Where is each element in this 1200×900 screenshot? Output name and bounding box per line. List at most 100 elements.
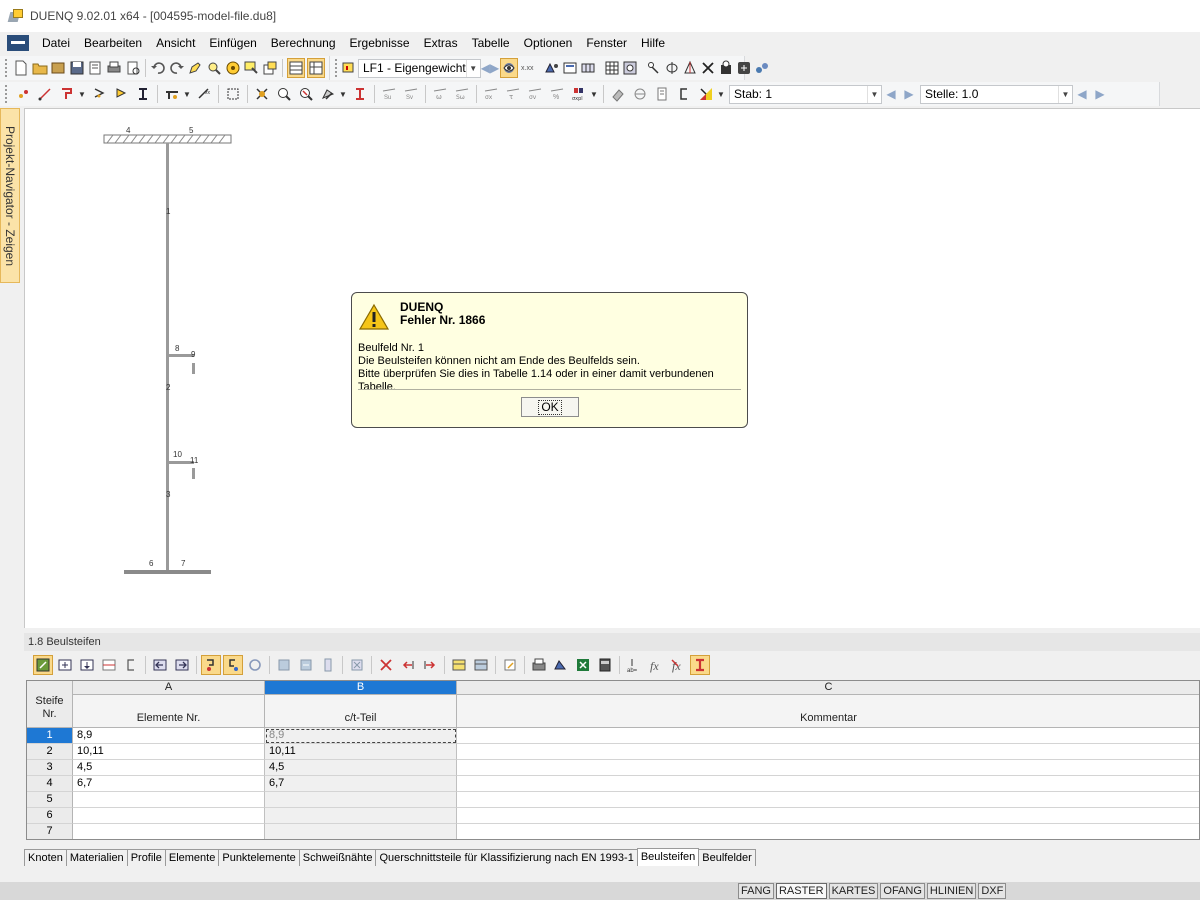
refresh-icon[interactable] [245,655,265,675]
stress-sigma-x-icon[interactable]: σx [481,84,501,104]
previous-loadcase-icon[interactable]: ◀ [481,61,490,75]
formula-icon[interactable]: fx [646,655,666,675]
previous-table-icon[interactable] [150,655,170,675]
clear-formula-icon[interactable]: fx [668,655,688,675]
table-cell-ct-teil[interactable]: 8,9 [265,728,457,744]
column-header-kommentar[interactable]: Kommentar [457,695,1199,728]
pattern-icon[interactable] [622,58,638,78]
menu-einfuegen[interactable]: Einfügen [202,32,263,54]
insert-row-icon[interactable] [55,655,75,675]
menu-ansicht[interactable]: Ansicht [149,32,202,54]
open-folder-icon[interactable] [31,58,48,78]
stiffener-view-icon[interactable] [630,84,650,104]
column-letter-b[interactable]: B [265,681,457,695]
table-cell-ct-teil[interactable]: 6,7 [265,776,457,792]
bracket-icon[interactable] [674,84,694,104]
tab-beulfelder[interactable]: Beulfelder [698,849,756,866]
table-cell-kommentar[interactable] [457,760,1199,776]
delete-row-icon[interactable] [77,655,97,675]
target-icon[interactable] [224,58,241,78]
zoom-search-icon[interactable] [206,58,223,78]
menu-berechnung[interactable]: Berechnung [264,32,343,54]
column-header-ct-teil[interactable]: c/t-Teil [265,695,457,728]
material-icon[interactable] [718,58,734,78]
element-tool-icon[interactable] [57,84,77,104]
move-right-icon[interactable] [420,655,440,675]
zoom-all-icon[interactable] [296,84,316,104]
rotate-icon[interactable] [664,58,680,78]
section-view-icon[interactable] [350,84,370,104]
ibeam-icon[interactable] [133,84,153,104]
print-table-icon[interactable] [529,655,549,675]
filter-apply-icon[interactable] [296,655,316,675]
edit-pencil-icon[interactable] [187,58,204,78]
row-header[interactable]: 7 [27,824,73,839]
stress-tau-icon[interactable]: τ [503,84,523,104]
node-tool-icon[interactable] [13,84,33,104]
print-preview-icon[interactable] [87,58,104,78]
stelle-select[interactable]: Stelle: 1.0 ▼ [920,84,1073,104]
zoom-window-icon[interactable] [274,84,294,104]
menu-extras[interactable]: Extras [417,32,465,54]
point-element-icon[interactable] [89,84,109,104]
cross-section-icon[interactable] [690,655,710,675]
window-icon[interactable] [262,58,279,78]
table-edit-icon[interactable] [33,655,53,675]
settings-gears-icon[interactable] [754,58,770,78]
clear-table-icon[interactable] [99,655,119,675]
redo-icon[interactable] [168,58,185,78]
stab-select[interactable]: Stab: 1 ▼ [729,84,882,104]
export-icon[interactable] [736,58,752,78]
tab-querschnittsteile[interactable]: Querschnittsteile für Klassifizierung na… [375,849,638,866]
view-direction-dropdown-icon[interactable]: ▼ [339,90,347,99]
table-cell-ct-teil[interactable] [265,792,457,808]
tab-knoten[interactable]: Knoten [24,849,67,866]
sort-icon[interactable] [318,655,338,675]
table-cell-kommentar[interactable] [457,744,1199,760]
menu-datei[interactable]: Datei [35,32,77,54]
table-cell-elemente[interactable]: 6,7 [73,776,265,792]
select-all-icon[interactable] [347,655,367,675]
loadcase-select[interactable]: LF1 - Eigengewicht ▼ [358,58,481,78]
list-view-icon[interactable] [652,84,672,104]
menu-ergebnisse[interactable]: Ergebnisse [343,32,417,54]
stress-omega-icon[interactable]: ω [430,84,450,104]
text-label-icon[interactable]: ab= [624,655,644,675]
calculator-icon[interactable] [595,655,615,675]
stress-sv-icon[interactable]: Sv [401,84,421,104]
table-cell-kommentar[interactable] [457,728,1199,744]
filter-icon[interactable] [274,655,294,675]
ct-part-icon[interactable]: xx [194,84,214,104]
menu-tabelle[interactable]: Tabelle [465,32,517,54]
tab-elemente[interactable]: Elemente [164,849,220,866]
status-kartes[interactable]: KARTES [828,883,879,899]
column-letter-c[interactable]: C [457,681,1199,695]
weld-icon[interactable] [162,84,182,104]
stress-sigma-xpl-icon[interactable]: σxpl [569,84,589,104]
menu-optionen[interactable]: Optionen [517,32,580,54]
document-menu-icon[interactable] [7,35,29,51]
tab-beulsteifen[interactable]: Beulsteifen [636,848,700,866]
select-in-graphic-icon[interactable] [201,655,221,675]
check-icon[interactable] [252,84,272,104]
row-header[interactable]: 3 [27,760,73,776]
color-scale-icon[interactable] [696,84,716,104]
menu-bearbeiten[interactable]: Bearbeiten [77,32,149,54]
grid-view-icon[interactable] [307,58,326,78]
previous-stab-icon[interactable]: ◀ [882,87,900,101]
node-connect-icon[interactable] [646,58,662,78]
row-header[interactable]: 5 [27,792,73,808]
move-left-icon[interactable] [398,655,418,675]
results-table-icon[interactable] [562,58,578,78]
status-hlinien[interactable]: HLINIEN [926,883,977,899]
stiffener-icon[interactable] [111,84,131,104]
excel-export-icon[interactable] [573,655,593,675]
show-results-icon[interactable] [500,58,519,78]
save-icon[interactable] [69,58,86,78]
column-header-elemente[interactable]: Elemente Nr. [73,695,265,728]
results-grid-icon[interactable] [580,58,596,78]
table-calculate-icon[interactable] [551,655,571,675]
table-cell-kommentar[interactable] [457,824,1199,839]
mesh-icon[interactable] [604,58,620,78]
highlight-table-icon[interactable] [449,655,469,675]
